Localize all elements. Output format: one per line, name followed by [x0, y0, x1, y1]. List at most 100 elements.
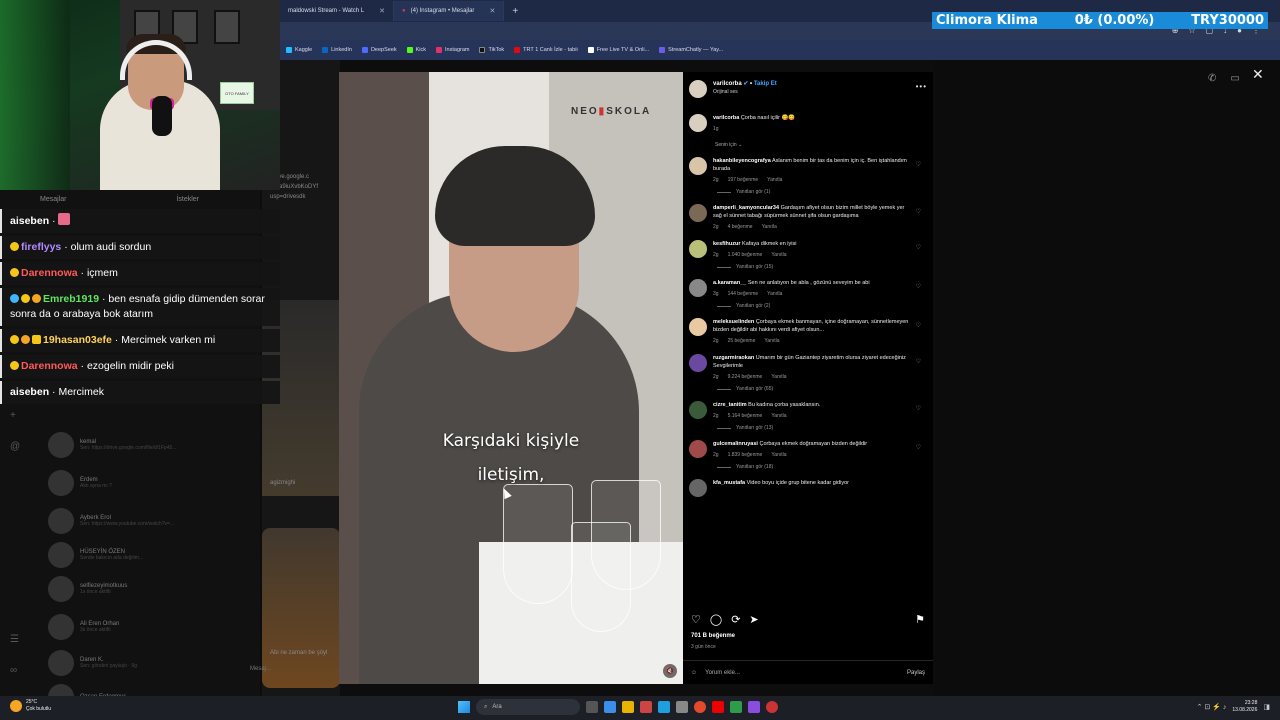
- avatar[interactable]: [689, 114, 707, 132]
- reply-button[interactable]: Yanıtla: [762, 223, 777, 231]
- bookmark[interactable]: LinkedIn: [322, 47, 352, 53]
- bookmark[interactable]: Free Live TV & Onli...: [587, 47, 649, 53]
- comment-user[interactable]: hakanbileyencografya: [713, 158, 771, 164]
- new-tab-button[interactable]: +: [504, 6, 526, 17]
- bookmark[interactable]: StreamChatly — Yay...: [659, 47, 723, 53]
- clock[interactable]: 23:28 13.08.2026: [1232, 700, 1257, 714]
- task-view-icon[interactable]: [586, 701, 598, 713]
- repost-icon[interactable]: ⟳: [731, 613, 740, 626]
- avatar[interactable]: [689, 401, 707, 419]
- store-icon[interactable]: [658, 701, 670, 713]
- dm-conversation[interactable]: selfiezeyimotkuus 1s önce aktifti: [48, 576, 127, 602]
- app-icon[interactable]: [748, 701, 760, 713]
- close-tab-icon[interactable]: ✕: [379, 7, 385, 15]
- comment-user[interactable]: meleksuelinden: [713, 319, 754, 325]
- like-count[interactable]: 701 B beğenme: [691, 633, 735, 639]
- bookmark[interactable]: Instagram: [436, 47, 469, 53]
- comment-icon[interactable]: ◯: [710, 613, 722, 626]
- app-icon[interactable]: [730, 701, 742, 713]
- avatar[interactable]: [689, 157, 707, 175]
- mute-icon[interactable]: 🔇: [663, 664, 677, 678]
- threads-icon[interactable]: @: [10, 441, 20, 452]
- windows-start-icon[interactable]: [458, 701, 470, 713]
- youtube-icon[interactable]: [712, 701, 724, 713]
- share-icon[interactable]: ➤: [749, 613, 758, 626]
- reel-video[interactable]: NEO▮SKOLA Karşıdaki kişiyle iletişim, 🔇: [339, 72, 683, 684]
- sort-dropdown[interactable]: Senin için ⌄: [715, 142, 929, 148]
- emoji-icon[interactable]: ☺: [691, 670, 697, 676]
- video-call-icon[interactable]: ▭: [1230, 73, 1239, 84]
- menu-icon[interactable]: ☰: [10, 634, 19, 645]
- more-options-icon[interactable]: •••: [916, 82, 927, 91]
- heart-icon[interactable]: ♡: [916, 244, 921, 251]
- bookmark[interactable]: TikTok: [479, 47, 504, 53]
- comment-user[interactable]: kfa_mustafa: [713, 480, 745, 486]
- like-icon[interactable]: ♡: [691, 613, 701, 626]
- app-icon[interactable]: [640, 701, 652, 713]
- reply-button[interactable]: Yanıtla: [771, 451, 786, 459]
- tab-stream[interactable]: maldowski Stream - Watch L ✕: [280, 1, 395, 21]
- heart-icon[interactable]: ♡: [916, 322, 921, 329]
- view-replies[interactable]: Yanıtları gör (15): [717, 264, 929, 270]
- avatar[interactable]: [689, 80, 707, 98]
- dm-conversation[interactable]: Ali Eren Orhan 3s önce aktifti: [48, 614, 119, 640]
- message-composer[interactable]: Mesaj...: [250, 666, 340, 672]
- comment-user[interactable]: damperli_kamyoncular34: [713, 205, 779, 211]
- post-comment-button[interactable]: Paylaş: [907, 670, 925, 676]
- tray-icons[interactable]: ⌃ ⊡ ⚡ ♪: [1197, 703, 1227, 711]
- dm-tab-messages[interactable]: Mesajlar: [40, 196, 66, 203]
- dm-conversation[interactable]: Erdem Aktı ayna mı ?: [48, 470, 112, 496]
- bookmark[interactable]: Kick: [406, 47, 426, 53]
- bookmark[interactable]: TRT 1 Canlı İzle - tabii: [514, 47, 578, 53]
- avatar[interactable]: [689, 318, 707, 336]
- dm-tab-requests[interactable]: İstekler: [176, 196, 199, 203]
- notification-icon[interactable]: ◨: [1263, 703, 1270, 711]
- bookmark[interactable]: DeepSeek: [361, 47, 397, 53]
- heart-icon[interactable]: ♡: [916, 405, 921, 412]
- dm-conversation[interactable]: Ayberk Erol Sen: https://www.youtube.com/…: [48, 508, 174, 534]
- reply-button[interactable]: Yanıtla: [767, 290, 782, 298]
- reply-button[interactable]: Yanıtla: [767, 176, 782, 184]
- view-replies[interactable]: Yanıtları gör (2): [717, 303, 929, 309]
- reply-button[interactable]: Yanıtla: [771, 412, 786, 420]
- comment-user[interactable]: ruzgarmiraokan: [713, 355, 754, 361]
- shared-post-preview[interactable]: [262, 528, 340, 688]
- follow-button[interactable]: Takip Et: [754, 81, 777, 87]
- view-replies[interactable]: Yanıtları gör (1): [717, 189, 929, 195]
- tab-instagram[interactable]: ● (4) Instagram • Mesajlar ✕: [394, 1, 505, 21]
- comment-user[interactable]: kesfihuzur: [713, 241, 741, 247]
- comment-user[interactable]: a.karaman__: [713, 280, 746, 286]
- audio-label[interactable]: Orijinal ses: [713, 89, 777, 95]
- heart-icon[interactable]: ♡: [916, 358, 921, 365]
- comment-user[interactable]: varilcorba: [713, 115, 739, 121]
- dm-conversation[interactable]: kemal Sen: https://drive.google.com/file/…: [48, 432, 176, 458]
- file-explorer-icon[interactable]: [622, 701, 634, 713]
- view-replies[interactable]: Yanıtları gör (18): [717, 464, 929, 470]
- weather-widget[interactable]: 25°C Çok bulutlu: [10, 699, 51, 713]
- avatar[interactable]: [689, 240, 707, 258]
- avatar[interactable]: [689, 479, 707, 497]
- reply-button[interactable]: Yanıtla: [771, 251, 786, 259]
- app-icon[interactable]: [766, 701, 778, 713]
- app-icon[interactable]: [676, 701, 688, 713]
- chat-link-text[interactable]: usp=drivesdk: [270, 194, 306, 200]
- heart-icon[interactable]: ♡: [916, 283, 921, 290]
- dm-conversation[interactable]: HÜSEYİN ÖZEN Sende bakıcın ada değilim...: [48, 542, 143, 568]
- avatar[interactable]: [689, 440, 707, 458]
- avatar[interactable]: [689, 279, 707, 297]
- close-tab-icon[interactable]: ✕: [489, 7, 495, 15]
- edge-icon[interactable]: [604, 701, 616, 713]
- heart-icon[interactable]: ♡: [916, 208, 921, 215]
- reply-button[interactable]: Yanıtla: [771, 373, 786, 381]
- reply-button[interactable]: Yanıtla: [764, 337, 779, 345]
- close-icon[interactable]: ✕: [1252, 66, 1264, 83]
- meta-icon[interactable]: ∞: [10, 665, 19, 676]
- dm-conversation[interactable]: Daren K. Sen: gönderi paylaştı · 9g: [48, 650, 137, 676]
- avatar[interactable]: [689, 354, 707, 372]
- comment-user[interactable]: gulcemalinruyasi: [713, 441, 758, 447]
- view-replies[interactable]: Yanıtları gör (13): [717, 425, 929, 431]
- heart-icon[interactable]: ♡: [916, 444, 921, 451]
- phone-icon[interactable]: ✆: [1208, 73, 1216, 84]
- author-name[interactable]: varilcorba: [713, 81, 742, 87]
- chrome-icon[interactable]: [694, 701, 706, 713]
